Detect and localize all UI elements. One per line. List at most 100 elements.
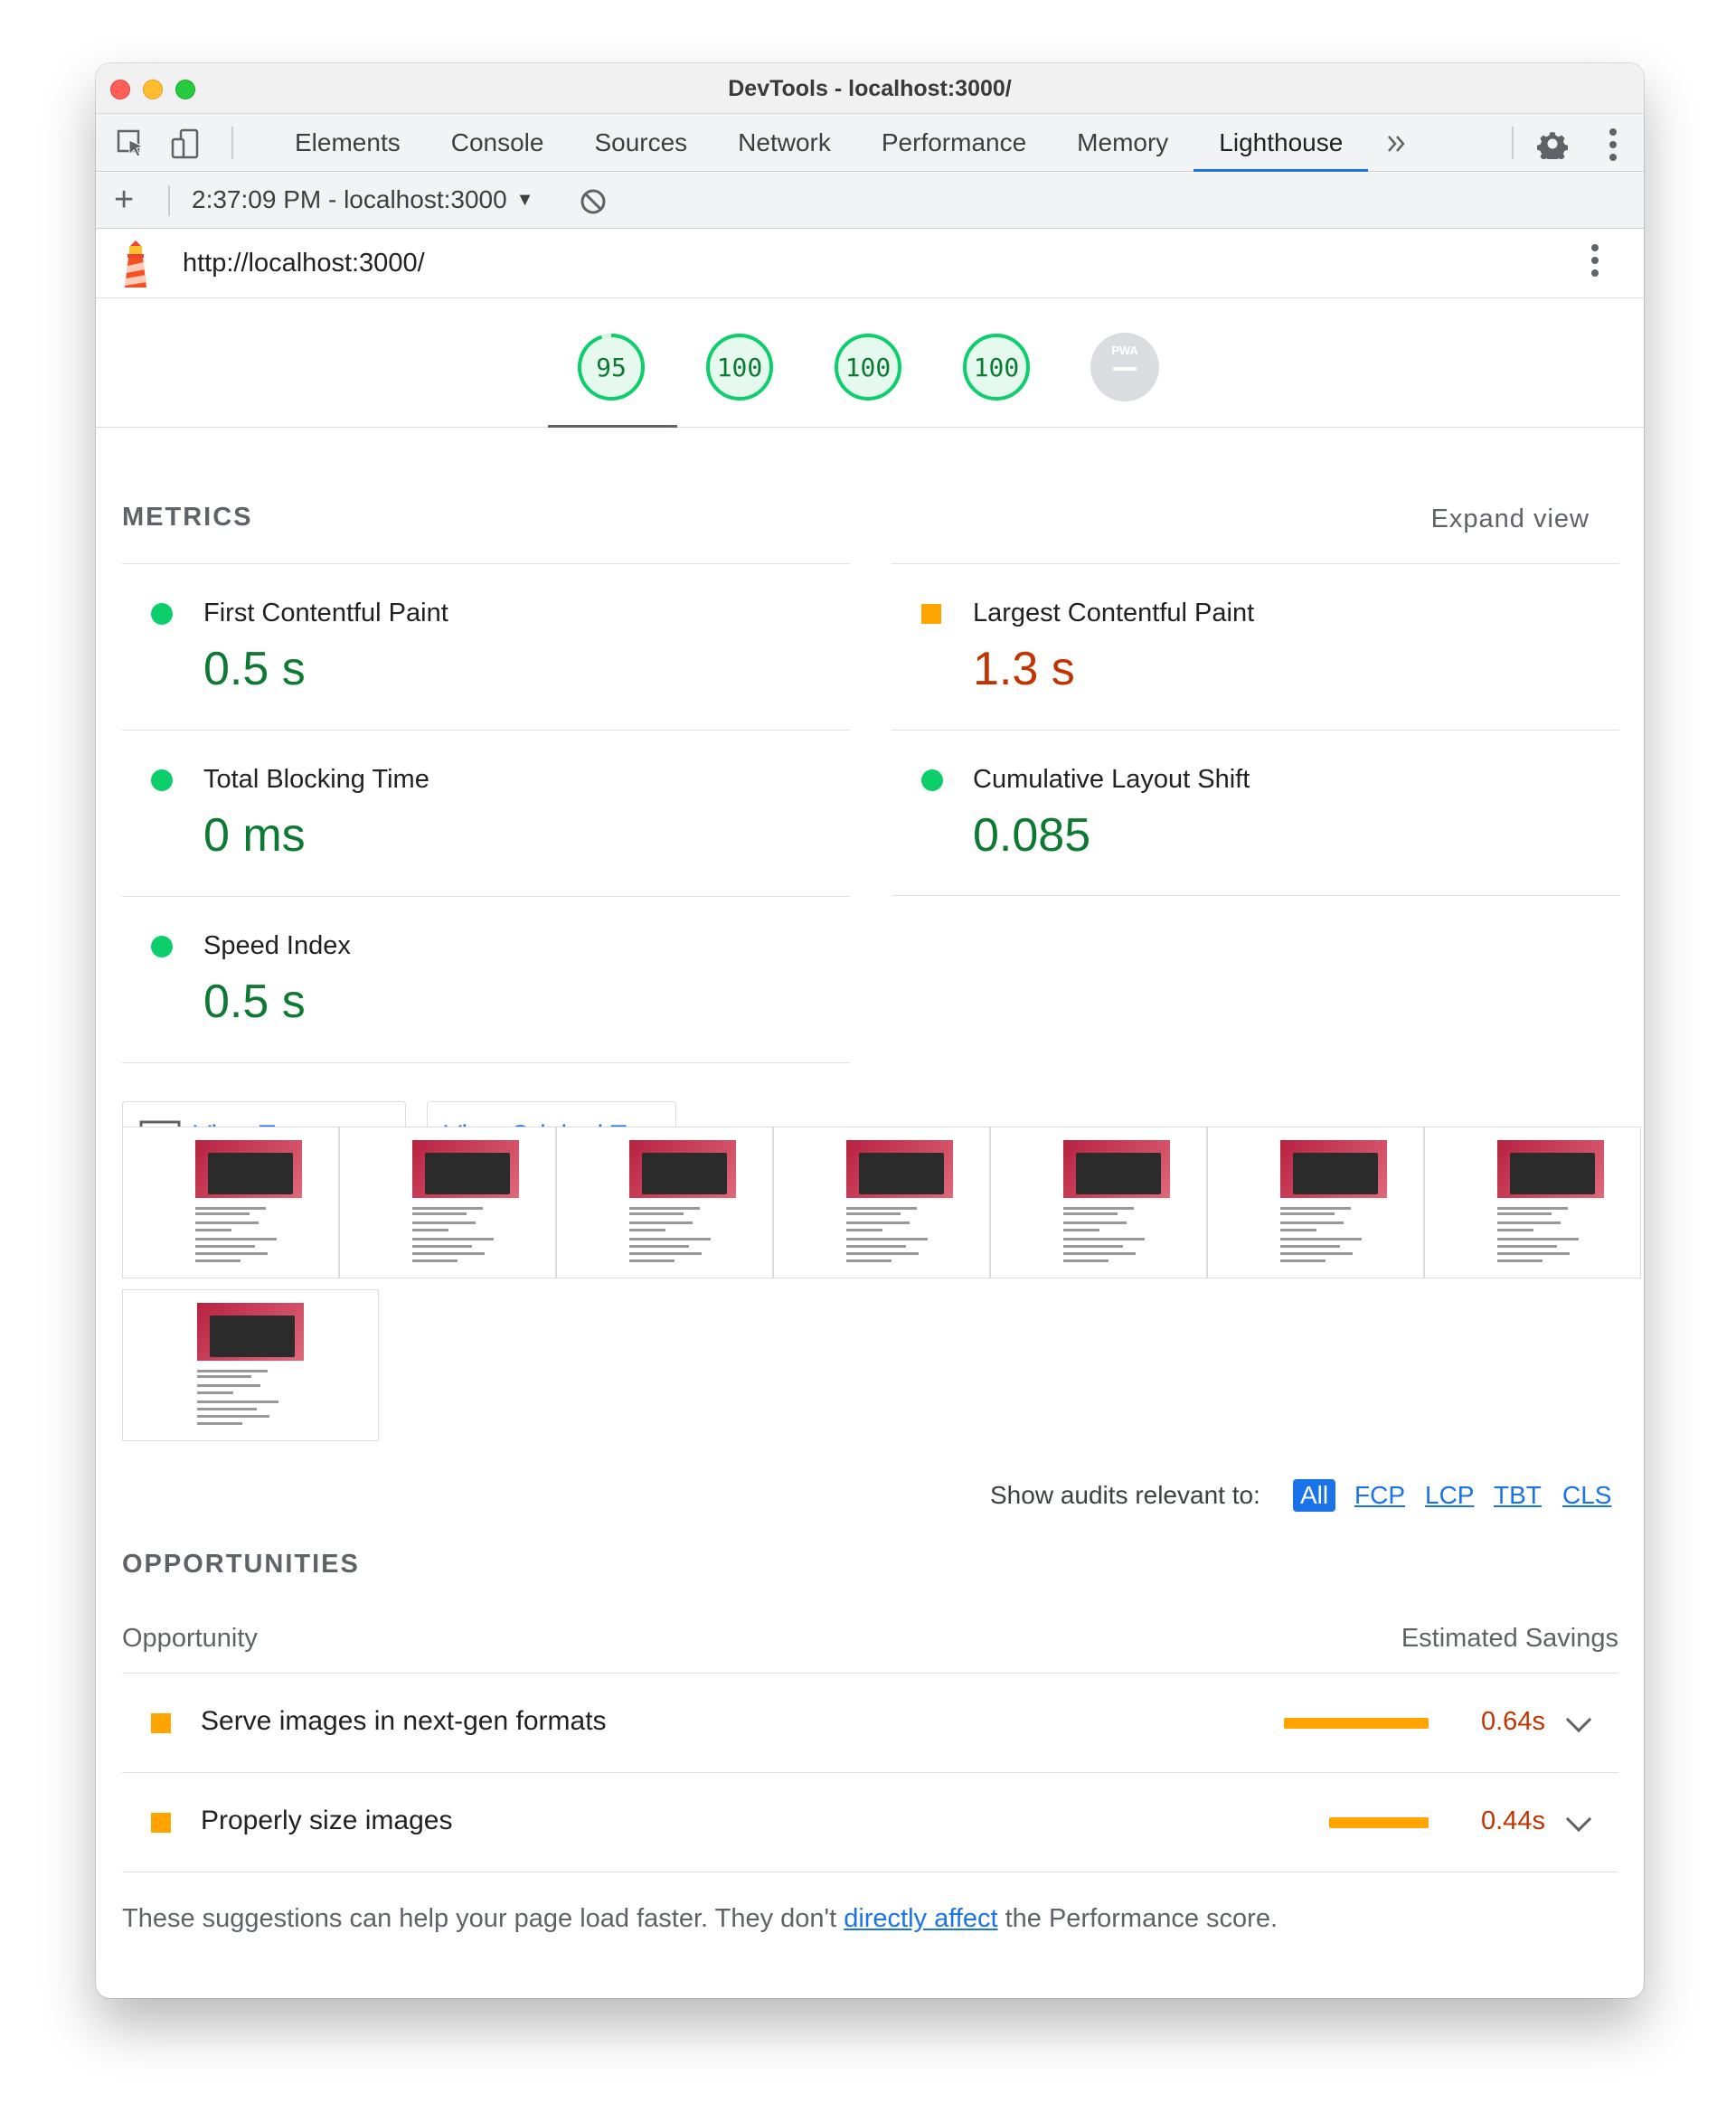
savings-value: 0.44s (1481, 1806, 1545, 1835)
chevron-down-icon[interactable] (1565, 1806, 1592, 1833)
thumbnail-hero (1497, 1140, 1604, 1198)
opportunity-divider (122, 1772, 1618, 1773)
tab-lighthouse[interactable]: Lighthouse (1194, 114, 1369, 172)
gear-icon[interactable] (1537, 128, 1568, 159)
gauge-accessibility[interactable]: 100 (705, 333, 774, 401)
thumbnail-text-line (629, 1207, 700, 1210)
thumbnail-text-line (195, 1229, 231, 1231)
more-options-icon[interactable] (1609, 128, 1617, 166)
tab-sources[interactable]: Sources (569, 114, 712, 172)
thumbnail-text-line (1063, 1259, 1109, 1262)
metric-label-tbt: Total Blocking Time (203, 765, 429, 794)
report-selector-label: 2:37:09 PM - localhost:3000 (192, 185, 507, 213)
gauge-pwa[interactable]: PWA (1090, 333, 1159, 401)
thumbnail-text-line (1280, 1259, 1326, 1262)
thumbnail-text-line (1063, 1245, 1123, 1248)
thumbnail-code-block (1510, 1153, 1595, 1194)
thumbnail-text-line (412, 1245, 472, 1248)
thumbnail-text-line (1063, 1221, 1127, 1224)
thumbnail-text-line (195, 1259, 241, 1262)
expand-view-toggle[interactable]: Expand view (1431, 505, 1590, 534)
page-screenshot-thumbnail (195, 1135, 302, 1262)
thumbnail-code-block (208, 1153, 293, 1194)
gauge-best-practices[interactable]: 100 (834, 333, 902, 401)
thumbnail-text-line (412, 1212, 467, 1215)
thumbnail-text-line (1497, 1259, 1543, 1262)
average-indicator-icon (921, 604, 941, 624)
footnote-text: the Performance score. (997, 1904, 1278, 1933)
thumbnail-text-line (197, 1415, 269, 1418)
thumbnail-text-line (195, 1252, 268, 1255)
thumbnail-hero (846, 1140, 953, 1198)
filmstrip-frame (1424, 1127, 1641, 1278)
tab-console[interactable]: Console (426, 114, 570, 172)
metric-divider (122, 563, 850, 564)
thumbnail-text-line (412, 1238, 494, 1240)
filter-lcp[interactable]: LCP (1425, 1481, 1474, 1510)
thumbnail-text-line (412, 1259, 458, 1262)
clear-reports-icon[interactable] (579, 187, 608, 216)
thumbnail-text-line (1497, 1252, 1570, 1255)
thumbnail-text-line (629, 1252, 702, 1255)
thumbnail-text-line (197, 1391, 233, 1394)
page-screenshot-thumbnail (197, 1297, 304, 1425)
report-selector[interactable]: 2:37:09 PM - localhost:3000 ▼ (192, 185, 533, 214)
report-menu-icon[interactable] (1591, 244, 1599, 282)
opportunity-title: Properly size images (201, 1806, 453, 1835)
new-report-icon[interactable]: + (114, 180, 134, 220)
directly-affect-link[interactable]: directly affect (844, 1904, 997, 1933)
thumbnail-text-line (197, 1422, 242, 1425)
thumbnail-code-block (1076, 1153, 1161, 1194)
filmstrip-frame (990, 1127, 1207, 1278)
lighthouse-logo-icon (125, 240, 146, 288)
thumbnail-code-block (859, 1153, 944, 1194)
savings-bar (1284, 1718, 1429, 1729)
metric-divider (122, 730, 850, 731)
tab-performance[interactable]: Performance (856, 114, 1052, 172)
chevron-down-icon[interactable] (1565, 1706, 1592, 1733)
thumbnail-text-line (1497, 1207, 1568, 1210)
gauge-score: 100 (844, 353, 892, 382)
active-gauge-indicator (548, 425, 677, 428)
device-toolbar-icon[interactable] (170, 128, 201, 159)
metric-label-cls: Cumulative Layout Shift (973, 765, 1250, 794)
gauge-score: 95 (596, 353, 627, 382)
thumbnail-text-line (1280, 1221, 1344, 1224)
caret-down-icon: ▼ (515, 190, 534, 210)
metric-divider (892, 730, 1619, 731)
page-screenshot-thumbnail (1063, 1135, 1170, 1262)
filter-cls[interactable]: CLS (1562, 1481, 1611, 1510)
thumbnail-text-line (195, 1238, 277, 1240)
thumbnail-text-line (1497, 1221, 1561, 1224)
opportunities-footnote: These suggestions can help your page loa… (122, 1904, 1278, 1934)
tab-memory[interactable]: Memory (1052, 114, 1194, 172)
opportunity-title: Serve images in next-gen formats (201, 1706, 607, 1736)
thumbnail-text-line (1497, 1238, 1579, 1240)
inspect-element-icon[interactable] (116, 128, 146, 159)
gauge-seo[interactable]: 100 (962, 333, 1031, 401)
thumbnail-text-line (1280, 1207, 1351, 1210)
thumbnail-text-line (195, 1245, 255, 1248)
tab-network[interactable]: Network (712, 114, 856, 172)
filter-fcp[interactable]: FCP (1354, 1481, 1405, 1510)
thumbnail-hero (629, 1140, 736, 1198)
thumbnail-text-line (846, 1221, 910, 1224)
filter-all[interactable]: All (1293, 1479, 1336, 1512)
page-screenshot-thumbnail (629, 1135, 736, 1262)
more-tabs-chevron-icon[interactable] (1385, 132, 1409, 156)
metric-value-fcp: 0.5 s (203, 643, 306, 695)
thumbnail-text-line (1063, 1207, 1134, 1210)
gauge-performance[interactable]: 95 (577, 333, 646, 401)
toolbar-divider (231, 127, 233, 159)
tab-elements[interactable]: Elements (269, 114, 426, 172)
thumbnail-text-line (412, 1207, 483, 1210)
thumbnail-text-line (412, 1252, 485, 1255)
thumbnail-hero (197, 1303, 304, 1361)
filter-tbt[interactable]: TBT (1494, 1481, 1542, 1510)
page-screenshot-thumbnail (1497, 1135, 1604, 1262)
title-bar: DevTools - localhost:3000/ (96, 63, 1644, 114)
report-url: http://localhost:3000/ (183, 249, 425, 278)
thumbnail-code-block (425, 1153, 510, 1194)
category-gauges: 95 100 100 100 PWA (96, 298, 1644, 428)
filmstrip-frame (1207, 1127, 1424, 1278)
